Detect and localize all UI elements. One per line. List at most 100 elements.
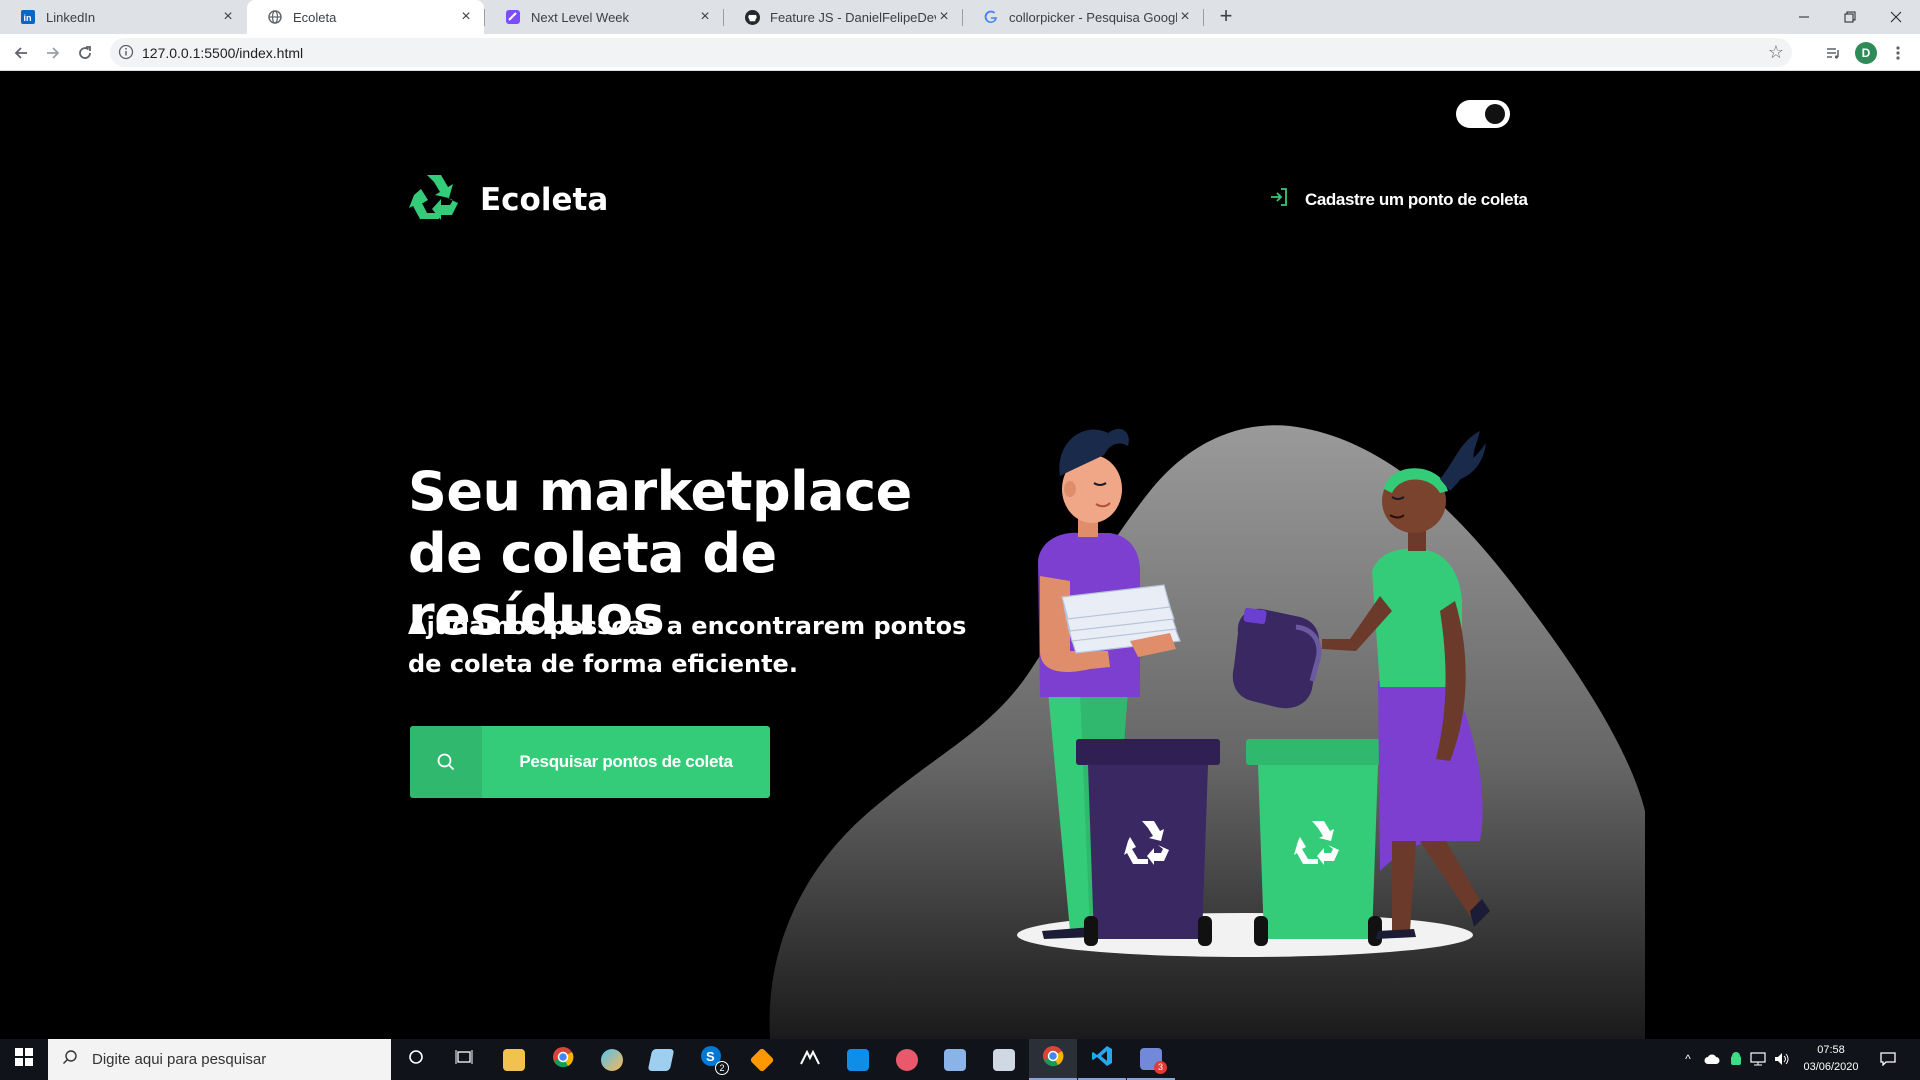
bookmark-star-icon[interactable]: ☆ [1768,42,1784,63]
search-icon [62,1049,78,1070]
close-tab-icon[interactable]: × [220,9,236,25]
tab-divider [962,9,963,26]
close-tab-icon[interactable]: × [697,9,713,25]
chrome-icon [1042,1045,1064,1072]
tab-next-level-week[interactable]: Next Level Week × [485,0,723,34]
cloud-icon[interactable] [1704,1051,1720,1067]
notifications-icon[interactable] [1880,1051,1896,1067]
browser-toolbar: 127.0.0.1:5500/index.html ☆ D [0,34,1920,71]
task-view-button[interactable] [440,1039,488,1080]
tab-divider [484,9,485,26]
tab-divider [1203,9,1204,26]
forward-button[interactable] [40,40,66,66]
notes-app[interactable] [637,1039,685,1080]
theme-toggle[interactable] [1456,100,1510,128]
teamviewer-icon [847,1048,869,1071]
paint-icon [601,1048,623,1071]
sublime-icon [749,1047,775,1072]
taskbar-search-box[interactable]: Digite aqui para pesquisar [48,1039,391,1080]
tab-github[interactable]: Feature JS - DanielFelipeDevelope × [724,0,962,34]
profile-avatar[interactable]: D [1853,40,1879,66]
recycling-illustration [1017,428,1490,957]
new-tab-button[interactable]: + [1213,4,1239,30]
close-window-button[interactable] [1873,0,1919,34]
vscode-icon [1091,1045,1113,1072]
system-clock[interactable]: 07:58 03/06/2020 [1796,1042,1866,1076]
skype-app[interactable]: S 2 [688,1039,736,1080]
globe-icon [267,9,283,25]
nlw-icon [505,9,521,25]
minimize-button[interactable] [1781,0,1827,34]
cortana-icon [408,1049,424,1070]
volume-icon[interactable] [1774,1051,1790,1067]
tab-title: collorpicker - Pesquisa Google [1009,9,1177,25]
tab-title: Ecoleta [293,9,337,25]
paint-3d-app[interactable] [883,1039,931,1080]
browser-tab-bar: in LinkedIn × Ecoleta × Next Level Week … [0,0,1920,34]
svg-text:S: S [706,1049,715,1064]
task-view-icon [455,1049,473,1070]
android-icon[interactable] [1728,1051,1744,1067]
logo[interactable]: Ecoleta [408,173,608,226]
github-icon [744,9,760,25]
tab-title: LinkedIn [46,9,96,25]
brand-name: Ecoleta [480,181,609,218]
url-text: 127.0.0.1:5500/index.html [142,45,304,61]
inkscape-app[interactable] [786,1039,834,1080]
close-tab-icon[interactable]: × [458,9,474,25]
chevron-up-icon[interactable]: ^ [1680,1051,1696,1067]
search-collection-points-button[interactable]: Pesquisar pontos de coleta [410,726,770,798]
remote-desktop-icon [993,1048,1015,1071]
notes-icon [647,1048,675,1071]
search-button-label: Pesquisar pontos de coleta [519,752,733,771]
address-bar[interactable]: 127.0.0.1:5500/index.html ☆ [110,38,1792,67]
info-icon[interactable] [118,44,135,61]
windows-taskbar: Digite aqui para pesquisar S 2 3 ^ 07:58… [0,1039,1920,1080]
discord-badge: 3 [1154,1061,1167,1074]
close-tab-icon[interactable]: × [936,9,952,25]
teamviewer-app[interactable] [834,1039,882,1080]
discord-app[interactable]: 3 [1127,1039,1175,1080]
register-collection-point-link[interactable]: Cadastre um ponto de coleta [1268,186,1528,213]
purple-bin [1076,739,1220,946]
page-subtitle: Ajudamos pessoas a encontrarem pontos de… [408,612,967,678]
kebab-menu-icon[interactable] [1885,40,1911,66]
back-button[interactable] [8,40,34,66]
close-tab-icon[interactable]: × [1177,9,1193,25]
start-button[interactable] [0,1039,48,1080]
google-icon [983,9,999,25]
remote-desktop-app[interactable] [980,1039,1028,1080]
tab-title: Next Level Week [531,9,630,25]
cortana-button[interactable] [392,1039,440,1080]
paint-app[interactable] [588,1039,636,1080]
linkedin-icon: in [20,9,36,25]
file-explorer-app[interactable] [490,1039,538,1080]
tab-title: Feature JS - DanielFelipeDevelope [770,9,936,25]
reload-button[interactable] [72,40,98,66]
skype-badge: 2 [715,1061,729,1075]
tab-linkedin[interactable]: in LinkedIn × [0,0,246,34]
restore-button[interactable] [1827,0,1873,34]
chrome-app-active[interactable] [1029,1039,1077,1080]
tab-ecoleta[interactable]: Ecoleta × [247,0,484,34]
recycle-logo-icon [408,173,460,226]
database-app[interactable] [931,1039,979,1080]
taskbar-search-placeholder: Digite aqui para pesquisar [92,1051,267,1068]
tab-google[interactable]: collorpicker - Pesquisa Google × [963,0,1203,34]
sublime-app[interactable] [738,1039,786,1080]
media-control-icon[interactable] [1820,40,1846,66]
toggle-knob [1485,104,1505,124]
network-tool-icon [799,1048,821,1071]
paint-3d-icon [896,1048,918,1071]
chrome-app[interactable] [539,1039,587,1080]
ecoleta-page: Ecoleta Cadastre um ponto de coleta Seu … [0,71,1920,1039]
database-icon [944,1048,966,1071]
register-link-label: Cadastre um ponto de coleta [1305,189,1528,209]
tab-divider [723,9,724,26]
clock-time: 07:58 [1817,1044,1845,1056]
vscode-app[interactable] [1078,1039,1126,1080]
network-icon[interactable] [1750,1051,1766,1067]
clock-date: 03/06/2020 [1803,1061,1859,1073]
log-in-icon [1268,186,1290,213]
svg-text:in: in [24,13,32,23]
